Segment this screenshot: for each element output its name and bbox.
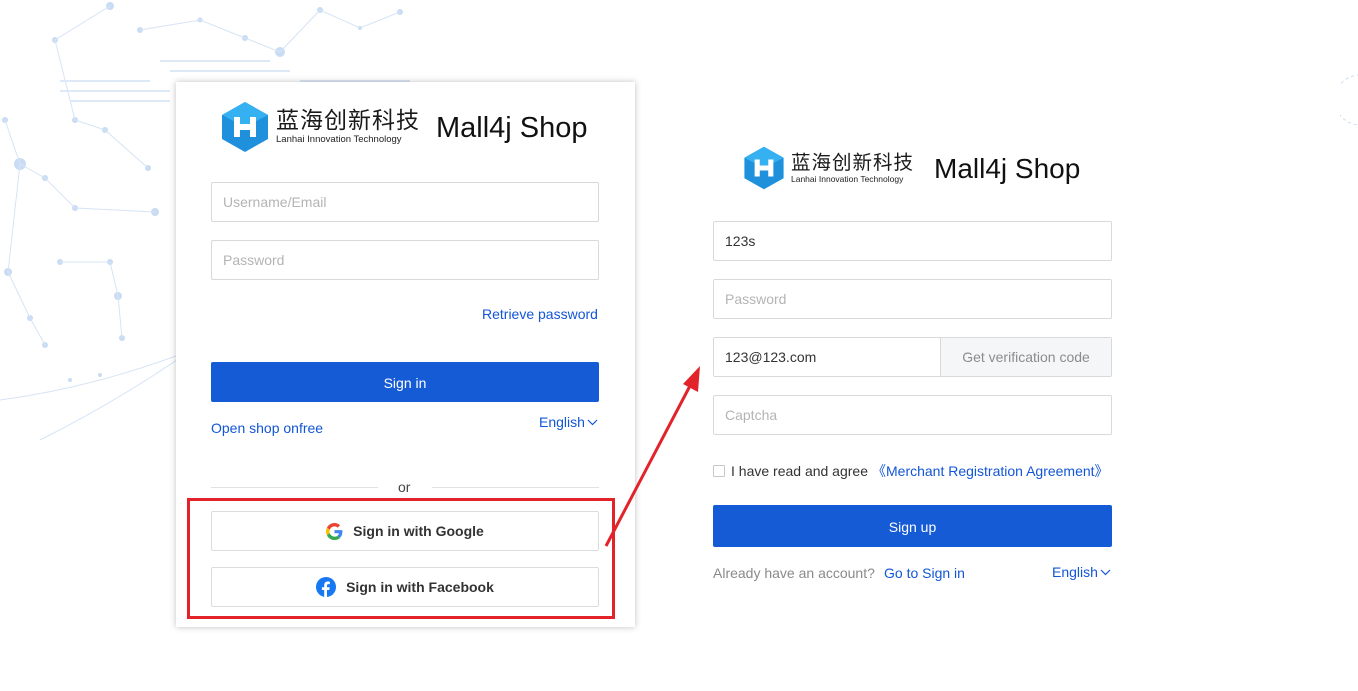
sign-up-button[interactable]: Sign up xyxy=(713,505,1112,547)
brand-english-name: Lanhai Innovation Technology xyxy=(276,134,402,145)
annotation-arrow xyxy=(604,366,700,547)
brand-chinese-name: 蓝海创新科技 xyxy=(791,150,915,174)
retrieve-password-link[interactable]: Retrieve password xyxy=(482,306,598,322)
username-input[interactable] xyxy=(211,182,599,222)
social-login-highlight xyxy=(187,498,615,619)
divider-right xyxy=(432,487,599,488)
sign-in-button[interactable]: Sign in xyxy=(211,362,599,402)
brand-chinese-name: 蓝海创新科技 xyxy=(276,108,420,134)
background-arc-graphic xyxy=(1340,74,1358,126)
register-brand-header: 蓝海创新科技 Lanhai Innovation Technology Mall… xyxy=(741,145,1080,191)
register-username-input[interactable] xyxy=(713,221,1112,261)
brand-english-name: Lanhai Innovation Technology xyxy=(791,173,904,184)
email-input[interactable] xyxy=(714,338,940,376)
agreement-link[interactable]: 《Merchant Registration Agreement》 xyxy=(872,461,1109,481)
get-verification-code-button[interactable]: Get verification code xyxy=(940,338,1111,376)
open-shop-link[interactable]: Open shop onfree xyxy=(211,420,323,436)
divider-left xyxy=(211,487,378,488)
register-password-input[interactable] xyxy=(713,279,1112,319)
or-separator: or xyxy=(398,479,411,495)
language-label: English xyxy=(1052,564,1098,580)
chevron-down-icon xyxy=(1100,569,1111,575)
agreement-checkbox[interactable] xyxy=(713,465,725,477)
brand-header: 蓝海创新科技 Lanhai Innovation Technology Mall… xyxy=(218,100,588,154)
language-selector[interactable]: English xyxy=(539,414,598,430)
already-have-account-text: Already have an account? xyxy=(713,565,875,581)
shop-name: Mall4j Shop xyxy=(436,111,588,144)
logo-icon xyxy=(744,146,784,190)
chevron-down-icon xyxy=(587,419,598,425)
go-to-sign-in-link[interactable]: Go to Sign in xyxy=(884,565,965,581)
shop-name: Mall4j Shop xyxy=(934,153,1081,184)
password-input[interactable] xyxy=(211,240,599,280)
agreement-text: I have read and agree xyxy=(731,463,868,479)
logo-icon xyxy=(222,102,268,152)
register-language-selector[interactable]: English xyxy=(1052,564,1111,580)
language-label: English xyxy=(539,414,585,430)
captcha-input[interactable] xyxy=(713,395,1112,435)
agreement-row: I have read and agree 《Merchant Registra… xyxy=(713,461,1109,481)
email-input-group: Get verification code xyxy=(713,337,1112,377)
